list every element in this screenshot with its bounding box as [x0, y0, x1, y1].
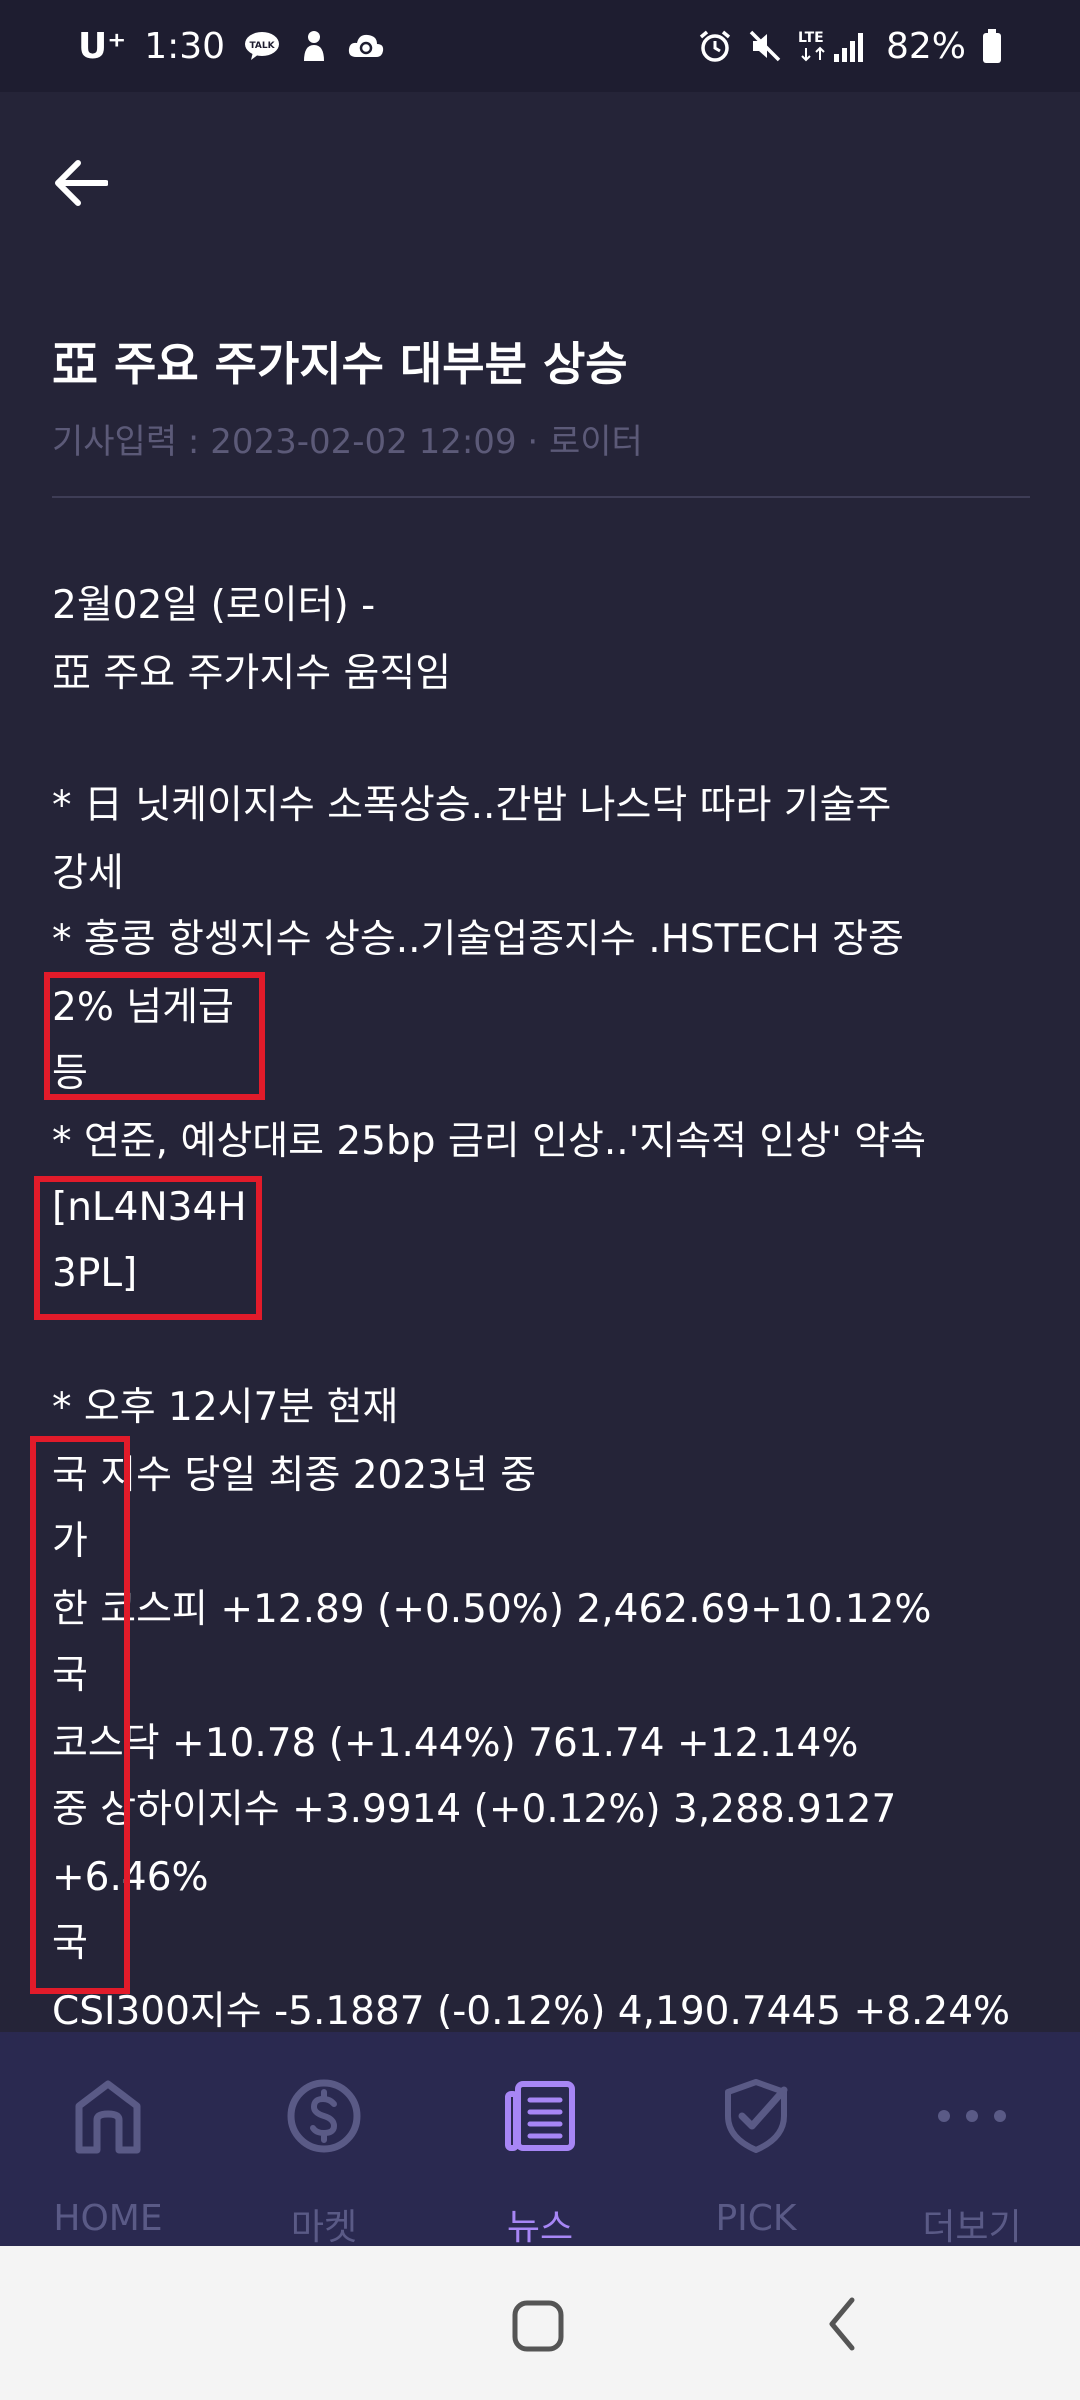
home-icon — [68, 2076, 148, 2156]
body-line: 한 코스피 +12.89 (+0.50%) 2,462.69+10.12% — [52, 1587, 932, 1632]
body-line: 중 상하이지수 +3.9914 (+0.12%) 3,288.9127 — [52, 1787, 897, 1832]
more-icon — [932, 2076, 1012, 2156]
article-title: 亞 주요 주가지수 대부분 상승 — [52, 337, 628, 391]
body-line: * 오후 12시7분 현재 — [52, 1385, 399, 1430]
alarm-icon — [698, 29, 732, 63]
nav-label-more: 더보기 — [922, 2207, 1022, 2248]
body-line: * 日 닛케이지수 소폭상승..간밤 나스닥 따라 기술주 — [52, 783, 892, 828]
status-bar: U⁺ 1:30 TALK LTE 82% — [0, 0, 1080, 92]
app-notification-icon — [299, 29, 329, 63]
system-nav-bar — [0, 2246, 1080, 2400]
divider — [52, 496, 1030, 498]
system-back-button[interactable] — [822, 2294, 862, 2354]
nav-item-market[interactable]: 마켓 — [216, 2032, 432, 2248]
body-line: * 연준, 예상대로 25bp 금리 인상..'지속적 인상' 약속 — [52, 1119, 927, 1164]
nav-item-news[interactable]: 뉴스 — [432, 2032, 648, 2248]
body-line: CSI300지수 -5.1887 (-0.12%) 4,190.7445 +8.… — [52, 1989, 1011, 2034]
body-line: 강세 — [52, 851, 124, 896]
bottom-nav: HOME 마켓 뉴스 PICK 더보기 — [0, 2032, 1080, 2248]
nav-label-news: 뉴스 — [506, 2207, 574, 2248]
clock-time: 1:30 — [144, 25, 226, 67]
cloud-sync-icon — [347, 31, 385, 61]
nav-label-home: HOME — [53, 2198, 163, 2239]
back-button[interactable] — [52, 148, 132, 218]
lte-signal-icon: LTE — [798, 28, 870, 64]
arrow-left-icon — [55, 160, 108, 206]
nav-label-market: 마켓 — [290, 2207, 358, 2248]
battery-percent: 82% — [885, 25, 966, 67]
mute-icon — [748, 29, 782, 63]
body-line: 코스닥 +10.78 (+1.44%) 761.74 +12.14% — [52, 1721, 859, 1766]
highlight-box — [34, 1176, 262, 1320]
nav-label-pick: PICK — [715, 2198, 797, 2239]
nav-item-more[interactable]: 더보기 — [864, 2032, 1080, 2248]
square-home-icon — [512, 2300, 564, 2352]
nav-item-home[interactable]: HOME — [0, 2032, 216, 2246]
highlight-box — [44, 972, 265, 1100]
dollar-icon — [284, 2076, 364, 2156]
news-icon — [500, 2076, 580, 2156]
home-button[interactable] — [510, 2298, 566, 2354]
svg-text:LTE: LTE — [798, 30, 824, 46]
highlight-box — [30, 1436, 130, 1994]
body-line: 2월02일 (로이터) - — [52, 583, 376, 628]
battery-icon — [982, 29, 1002, 63]
carrier-label: U⁺ — [78, 25, 127, 67]
chevron-left-icon — [829, 2297, 855, 2351]
article-meta: 기사입력 : 2023-02-02 12:09 · 로이터 — [52, 422, 643, 462]
nav-item-pick[interactable]: PICK — [648, 2032, 864, 2246]
svg-text:TALK: TALK — [250, 41, 276, 51]
pick-icon — [716, 2076, 796, 2156]
body-line: * 홍콩 항셍지수 상승..기술업종지수 .HSTECH 장중 — [52, 917, 904, 962]
talk-notification-icon: TALK — [243, 30, 281, 62]
body-line: 亞 주요 주가지수 움직임 — [52, 651, 452, 696]
